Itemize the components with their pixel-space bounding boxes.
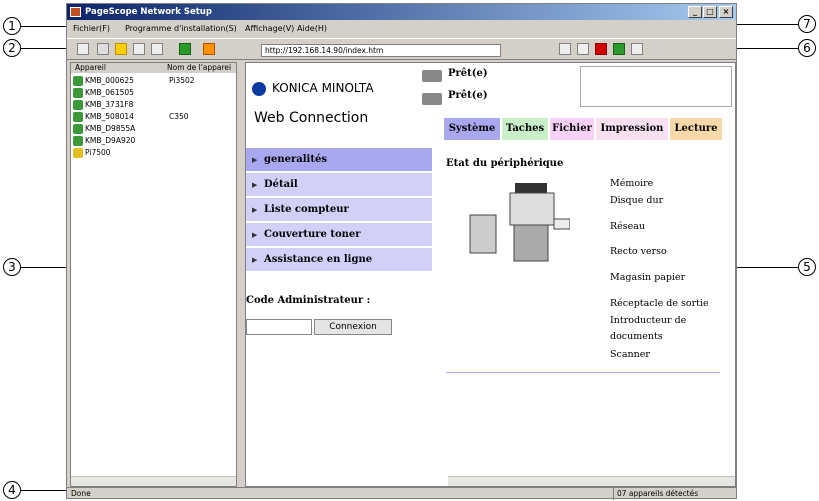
callout-1: 1 (3, 17, 21, 35)
device-row[interactable]: KMB_3731F8 (73, 99, 233, 111)
web-connection-logo: Web Connection (254, 110, 369, 126)
printer-image (469, 183, 570, 262)
callout-6: 6 (798, 39, 816, 57)
status-2: Prêt(e) (448, 90, 488, 101)
menu-fichier[interactable]: Fichier(F) (73, 21, 110, 37)
option-magasin-papier[interactable]: Magasin papier (610, 272, 685, 283)
device-row[interactable]: Pi7500 (73, 147, 233, 159)
menu-bar: Fichier(F) Programme d'installation(S) A… (67, 21, 736, 37)
refresh-icon[interactable] (179, 43, 191, 55)
admin-label: Code Administrateur : (246, 295, 371, 306)
tool-icon[interactable] (97, 43, 109, 55)
side-generalites[interactable]: ▶ generalités (246, 148, 432, 172)
col-appareil[interactable]: Appareil (75, 63, 106, 73)
home-icon[interactable] (631, 43, 643, 55)
title-bar: PageScope Network Setup _ □ × (67, 4, 736, 20)
admin-code-field[interactable] (246, 319, 312, 335)
app-window: PageScope Network Setup _ □ × Fichier(F)… (66, 3, 737, 500)
menu-programme[interactable]: Programme d'installation(S) (125, 21, 237, 37)
option-memoire[interactable]: Mémoire (610, 178, 653, 189)
device-icon (73, 76, 83, 86)
tab-impression[interactable]: Impression (596, 118, 668, 140)
address-bar[interactable]: http://192.168.14.90/index.htm (261, 44, 501, 57)
option-reseau[interactable]: Réseau (610, 221, 645, 232)
menu-affichage[interactable]: Affichage(V) (245, 21, 294, 37)
warning-icon[interactable] (115, 43, 127, 55)
maximize-button[interactable]: □ (703, 6, 717, 18)
left-hscrollbar[interactable] (71, 476, 236, 486)
stop-icon[interactable] (595, 43, 607, 55)
menu-aide[interactable]: Aide(H) (297, 21, 327, 37)
konica-logo: KONICA MINOLTA (252, 81, 374, 96)
tab-taches[interactable]: Taches (502, 118, 548, 140)
callout-7: 7 (798, 15, 816, 33)
callout-5: 5 (798, 258, 816, 276)
section-title: Etat du périphérique (446, 158, 564, 169)
status-1: Prêt(e) (448, 68, 488, 79)
device-list-header: Appareil Nom de l'apparei (71, 63, 236, 73)
side-couverture-toner[interactable]: ▶ Couverture toner (246, 223, 432, 247)
option-receptacle[interactable]: Réceptacle de sortie (610, 298, 709, 309)
printer-icon (422, 93, 442, 105)
info-box (580, 66, 732, 107)
tree-icon[interactable] (77, 43, 89, 55)
section-divider (446, 372, 720, 373)
konica-logo-icon (252, 81, 266, 96)
help-icon[interactable] (203, 43, 215, 55)
callout-3: 3 (3, 258, 21, 276)
forward-icon[interactable] (577, 43, 589, 55)
printer-icon (422, 70, 442, 82)
window-title: PageScope Network Setup (85, 7, 212, 17)
status-left: Done (71, 489, 91, 498)
callout-4: 4 (3, 481, 21, 499)
tab-lecture[interactable]: Lecture (670, 118, 722, 140)
device-icon (73, 148, 83, 158)
web-view: KONICA MINOLTA Web Connection Prêt(e) Pr… (245, 62, 736, 487)
right-hscrollbar[interactable] (448, 476, 735, 486)
app-icon (70, 7, 81, 17)
device-icon (73, 112, 83, 122)
option-documents[interactable]: documents (610, 331, 663, 342)
minimize-button[interactable]: _ (688, 6, 702, 18)
option-scanner[interactable]: Scanner (610, 349, 650, 360)
device-icon (73, 100, 83, 110)
device-row[interactable]: KMB_000625 Pi3502 (73, 75, 233, 87)
settings-icon[interactable] (151, 43, 163, 55)
device-row[interactable]: KMB_D9A920 (73, 135, 233, 147)
reload-icon[interactable] (613, 43, 625, 55)
device-row[interactable]: KMB_061505 (73, 87, 233, 99)
side-detail[interactable]: ▶ Détail (246, 173, 432, 197)
connexion-button[interactable]: Connexion (314, 319, 392, 335)
tab-fichier[interactable]: Fichier (550, 118, 594, 140)
device-row[interactable]: KMB_D9855A (73, 123, 233, 135)
tab-systeme[interactable]: Système (444, 118, 500, 140)
list-icon[interactable] (133, 43, 145, 55)
device-icon (73, 124, 83, 134)
back-icon[interactable] (559, 43, 571, 55)
option-disque-dur[interactable]: Disque dur (610, 195, 663, 206)
option-recto-verso[interactable]: Recto verso (610, 246, 667, 257)
device-row[interactable]: KMB_508014 C350 (73, 111, 233, 123)
close-button[interactable]: × (719, 6, 733, 18)
side-liste-compteur[interactable]: ▶ Liste compteur (246, 198, 432, 222)
col-nom[interactable]: Nom de l'apparei (167, 63, 231, 73)
option-introducteur[interactable]: Introducteur de (610, 315, 686, 326)
callout-2: 2 (3, 39, 21, 57)
side-assistance[interactable]: ▶ Assistance en ligne (246, 248, 432, 272)
device-icon (73, 136, 83, 146)
toolbar: http://192.168.14.90/index.htm (67, 38, 736, 60)
device-list-pane: Appareil Nom de l'apparei KMB_000625 Pi3… (70, 62, 237, 487)
status-right: 07 appareils détectés (613, 488, 698, 500)
device-icon (73, 88, 83, 98)
status-bar: Done 07 appareils détectés (67, 487, 736, 500)
